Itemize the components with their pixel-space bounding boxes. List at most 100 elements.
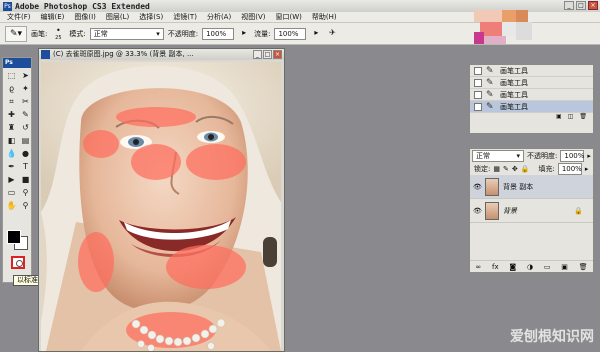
history-item[interactable]: ✎ 画笔工具 [470,77,593,89]
menu-filter[interactable]: 滤镜(T) [168,12,202,22]
ps-app-icon: Ps [3,1,12,11]
layer-thumbnail [485,177,499,196]
history-item[interactable]: ✎ 画笔工具 [470,89,593,101]
document-titlebar: (C) 去雀斑原图.jpg @ 33.3% (背景 副本, ... _ □ × [39,49,284,60]
quick-mask-button[interactable] [11,256,25,269]
history-checkbox[interactable] [474,78,482,87]
move-tool-icon[interactable]: ➤ [19,70,32,82]
history-checkbox[interactable] [474,102,482,111]
history-checkbox[interactable] [474,66,482,75]
adjustment-layer-icon[interactable]: ◑ [527,263,533,271]
slice-tool-icon[interactable]: ✂ [19,96,32,108]
menu-view[interactable]: 视图(V) [236,12,270,22]
history-brush-tool-icon[interactable]: ↺ [19,122,32,134]
blur-tool-icon[interactable]: 💧 [5,148,18,160]
hand-tool-icon[interactable]: ✋ [5,200,18,212]
eye-icon[interactable]: 👁 [473,207,482,215]
tool-grid: ⬚ ➤ ϱ ✦ ⌗ ✂ ✚ ✎ ♜ ↺ ◧ ▤ 💧 ● ✒ T ▶ ■ ▭ ⚲ … [3,68,31,214]
history-item-selected[interactable]: ✎ 画笔工具 [470,101,593,113]
window-controls: _ □ × [564,1,598,10]
opacity-value: 100% [206,29,227,38]
magic-wand-tool-icon[interactable]: ✦ [19,83,32,95]
doc-minimize-icon[interactable]: _ [253,50,262,59]
brush-size: 25 [55,34,62,41]
path-selection-tool-icon[interactable]: ▶ [5,174,18,186]
menu-layer[interactable]: 图层(L) [101,12,134,22]
opacity-slider-icon[interactable]: ▸ [238,28,250,40]
history-checkbox[interactable] [474,90,482,99]
blend-mode-select[interactable]: 正常 ▾ [472,150,524,162]
brush-icon: ✎ [486,89,494,100]
fill-label: 填充: [538,165,555,173]
document-window: (C) 去雀斑原图.jpg @ 33.3% (背景 副本, ... _ □ × [38,48,285,352]
add-mask-icon[interactable]: ◙ [509,263,516,271]
marquee-tool-icon[interactable]: ⬚ [5,70,18,82]
gradient-tool-icon[interactable]: ▤ [19,135,32,147]
layer-row[interactable]: 👁 背景 副本 [470,175,593,199]
lock-image-icon[interactable]: ✎ [503,165,509,173]
clone-stamp-tool-icon[interactable]: ♜ [5,122,18,134]
trash-icon[interactable]: 🗑 [579,263,588,271]
close-icon[interactable]: × [588,1,598,10]
layer-thumbnail [485,201,499,220]
document-title: (C) 去雀斑原图.jpg @ 33.3% (背景 副本, ... [53,50,194,58]
flow-field[interactable]: 100% [274,27,307,40]
menu-window[interactable]: 窗口(W) [270,12,306,22]
doc-maximize-icon[interactable]: □ [263,50,272,59]
dodge-tool-icon[interactable]: ● [19,148,32,160]
notes-tool-icon[interactable]: ▭ [5,187,18,199]
new-group-icon[interactable]: ▭ [544,263,551,271]
layer-opacity-field[interactable]: 100% [560,150,584,162]
mode-select[interactable]: 正常 ▾ [89,27,164,40]
toolbox: Ps ⬚ ➤ ϱ ✦ ⌗ ✂ ✚ ✎ ♜ ↺ ◧ ▤ 💧 ● ✒ T ▶ ■ ▭… [2,57,32,283]
lock-transparency-icon[interactable]: ▦ [493,165,500,173]
flow-slider-icon[interactable]: ▸ [310,28,322,40]
layer-style-icon[interactable]: fx [492,263,499,271]
healing-brush-tool-icon[interactable]: ✚ [5,109,18,121]
menu-edit[interactable]: 编辑(E) [36,12,70,22]
history-item[interactable]: ✎ 画笔工具 [470,65,593,77]
layers-top-row: 正常 ▾ 不透明度: 100% ▸ [470,149,593,163]
new-layer-icon[interactable]: ▣ [561,263,568,271]
menu-select[interactable]: 选择(S) [134,12,168,22]
fill-field[interactable]: 100% [557,163,582,175]
type-tool-icon[interactable]: T [19,161,32,173]
fill-slider-icon[interactable]: ▸ [585,165,589,173]
eye-icon[interactable]: 👁 [473,183,482,191]
brush-picker[interactable]: • 25 [51,26,65,41]
palette-swatch-blot [474,4,544,44]
link-layers-icon[interactable]: ∞ [475,263,481,271]
pen-tool-icon[interactable]: ✒ [5,161,18,173]
eyedropper-tool-icon[interactable]: ⚲ [19,187,32,199]
lock-position-icon[interactable]: ✥ [512,165,518,173]
crop-tool-icon[interactable]: ⌗ [5,96,18,108]
blend-mode-value: 正常 [476,152,490,160]
zoom-tool-icon[interactable]: ⚲ [19,200,32,212]
brush-label: 画笔: [31,29,48,38]
opacity-slider-icon[interactable]: ▸ [587,152,591,160]
foreground-color-swatch[interactable] [7,230,21,244]
menu-file[interactable]: 文件(F) [2,12,36,22]
new-snapshot-icon[interactable]: ◫ [568,113,574,121]
layer-row[interactable]: 👁 背景 🔒 [470,199,593,223]
doc-close-icon[interactable]: × [273,50,282,59]
menu-image[interactable]: 图像(I) [69,12,101,22]
flow-label: 流量: [254,29,271,38]
maximize-icon[interactable]: □ [576,1,586,10]
airbrush-icon[interactable]: ✈ [326,28,338,40]
image-canvas[interactable] [41,62,281,351]
new-document-icon[interactable]: ▣ [556,113,562,121]
brush-tool-preset-icon[interactable]: ✎▾ [5,25,27,42]
lock-all-icon[interactable]: 🔒 [521,165,530,173]
shape-tool-icon[interactable]: ■ [19,174,32,186]
menu-analysis[interactable]: 分析(A) [202,12,236,22]
menu-help[interactable]: 帮助(H) [307,12,342,22]
chevron-down-icon: ▾ [516,152,520,160]
eraser-tool-icon[interactable]: ◧ [5,135,18,147]
chevron-down-icon: ▾ [156,29,160,38]
trash-icon[interactable]: 🗑 [579,113,587,121]
minimize-icon[interactable]: _ [564,1,574,10]
brush-tool-icon[interactable]: ✎ [19,109,32,121]
opacity-field[interactable]: 100% [202,27,235,40]
lasso-tool-icon[interactable]: ϱ [5,83,18,95]
